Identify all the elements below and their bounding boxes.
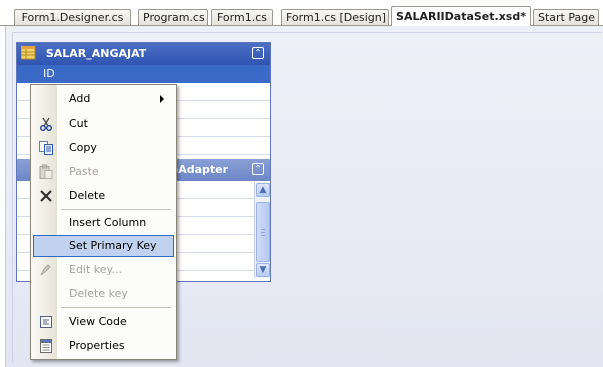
- menu-item-delete-key[interactable]: Delete key: [33, 283, 174, 305]
- tab-program-cs[interactable]: Program.cs: [138, 9, 208, 25]
- surface-guide-line: [12, 32, 602, 33]
- menu-item-label: Set Primary Key: [69, 239, 157, 252]
- menu-item-set-primary-key[interactable]: Set Primary Key: [33, 235, 174, 257]
- tab-start-page[interactable]: Start Page: [533, 9, 599, 25]
- context-menu: Add Cut Copy Paste Delete Insert Column …: [30, 84, 177, 360]
- scroll-up-arrow-icon[interactable]: ▲: [256, 183, 270, 197]
- tab-label: Form1.cs: [217, 11, 267, 24]
- copy-icon: [38, 140, 54, 156]
- menu-item-delete[interactable]: Delete: [33, 185, 174, 207]
- menu-item-properties[interactable]: Properties: [33, 335, 174, 357]
- datatable-header[interactable]: SALAR_ANGAJAT ⌃: [17, 43, 270, 65]
- tab-label: Form1.Designer.cs: [21, 11, 124, 24]
- menu-separator: [61, 307, 171, 308]
- menu-item-label: Edit key...: [69, 263, 122, 276]
- menu-item-label: Paste: [69, 165, 99, 178]
- menu-item-add[interactable]: Add: [33, 88, 174, 110]
- menu-item-edit-key[interactable]: Edit key...: [33, 259, 174, 281]
- datatable-name: SALAR_ANGAJAT: [45, 47, 147, 60]
- tab-salariidataset-xsd[interactable]: SALARIIDataSet.xsd*: [391, 6, 531, 26]
- menu-item-paste[interactable]: Paste: [33, 161, 174, 183]
- tab-label: Start Page: [538, 11, 595, 24]
- menu-item-insert-column[interactable]: Insert Column: [33, 212, 174, 234]
- datatable-icon: [20, 45, 37, 60]
- submenu-arrow-icon: [160, 95, 164, 103]
- view-code-icon: [38, 314, 54, 330]
- properties-icon: [38, 338, 54, 354]
- tab-form1-cs[interactable]: Form1.cs: [211, 9, 273, 25]
- vertical-scrollbar[interactable]: ▲ ▼: [254, 182, 270, 278]
- menu-item-label: View Code: [69, 315, 127, 328]
- menu-item-label: Cut: [69, 117, 88, 130]
- edit-key-icon: [38, 262, 54, 278]
- tab-label: Program.cs: [143, 11, 205, 24]
- column-row-id[interactable]: ID: [17, 65, 270, 83]
- column-name: ID: [43, 67, 55, 80]
- menu-item-copy[interactable]: Copy: [33, 137, 174, 159]
- delete-x-icon: [38, 188, 54, 204]
- tab-form1-cs-design[interactable]: Form1.cs [Design]: [281, 9, 389, 25]
- menu-item-label: Add: [69, 92, 91, 105]
- tab-label: SALARIIDataSet.xsd*: [396, 10, 526, 23]
- menu-item-cut[interactable]: Cut: [33, 113, 174, 135]
- document-tab-strip: Form1.Designer.cs Program.cs Form1.cs Fo…: [0, 0, 603, 26]
- menu-item-label: Properties: [69, 339, 125, 352]
- menu-item-label: Delete: [69, 189, 106, 202]
- menu-item-label: Copy: [69, 141, 97, 154]
- paste-icon: [38, 164, 54, 180]
- menu-separator: [61, 209, 171, 210]
- scroll-thumb[interactable]: [256, 202, 270, 262]
- menu-item-label: Delete key: [69, 287, 128, 300]
- collapse-chevron-icon[interactable]: ⌃: [252, 163, 264, 175]
- collapse-chevron-icon[interactable]: ⌃: [252, 47, 264, 59]
- menu-item-label: Insert Column: [69, 216, 147, 229]
- tab-label: Form1.cs [Design]: [286, 11, 387, 24]
- scroll-down-arrow-icon[interactable]: ▼: [256, 263, 270, 277]
- menu-item-view-code[interactable]: View Code: [33, 311, 174, 333]
- surface-guide-line-vertical: [12, 32, 13, 362]
- scissors-icon: [38, 116, 54, 132]
- tab-form1-designer-cs[interactable]: Form1.Designer.cs: [14, 9, 131, 25]
